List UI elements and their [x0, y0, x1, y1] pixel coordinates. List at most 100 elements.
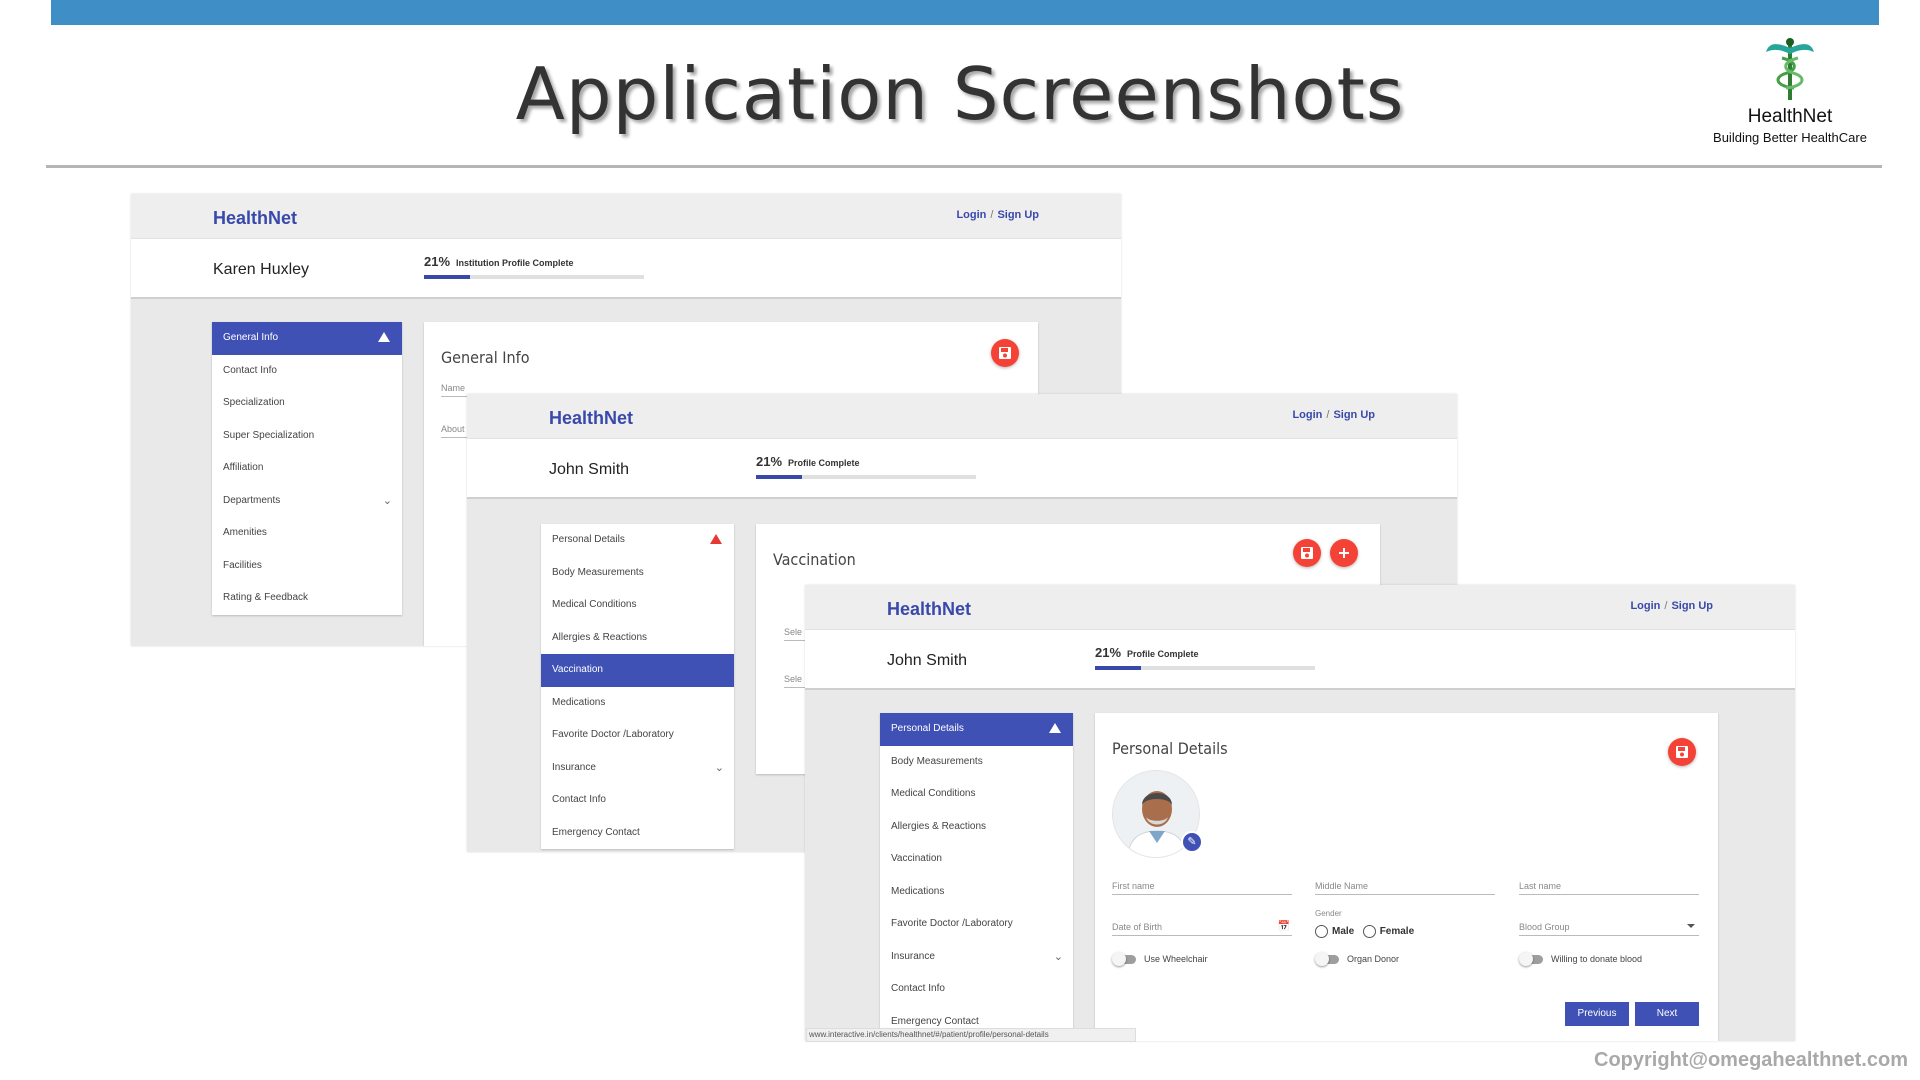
menu-item-departments[interactable]: Departments ⌄ — [212, 485, 402, 518]
profile-menu: Personal Details Body Measurements Medic… — [880, 713, 1073, 1038]
brand-logo: HealthNet Building Better HealthCare — [1690, 36, 1890, 145]
next-button[interactable]: Next — [1635, 1002, 1699, 1026]
menu-item-medical-conditions[interactable]: Medical Conditions — [541, 589, 734, 622]
gender-group: Gender Male Female — [1315, 909, 1414, 939]
progress-percent: 21% — [756, 454, 783, 469]
warning-triangle-icon — [710, 534, 722, 544]
progress-track — [756, 475, 976, 479]
caduceus-icon — [1766, 38, 1814, 100]
add-button[interactable] — [1330, 539, 1358, 567]
menu-item-vaccination[interactable]: Vaccination — [541, 654, 734, 687]
menu-item-allergies-reactions[interactable]: Allergies & Reactions — [880, 811, 1073, 844]
save-icon — [1676, 746, 1688, 758]
menu-item-insurance[interactable]: Insurance ⌄ — [541, 752, 734, 785]
progress-percent: 21% — [1095, 645, 1122, 660]
menu-item-medications[interactable]: Medications — [541, 687, 734, 720]
app-header: HealthNet Login / Sign Up — [467, 394, 1457, 439]
progress-percent: 21% — [424, 254, 451, 269]
menu-item-medical-conditions[interactable]: Medical Conditions — [880, 778, 1073, 811]
toggle-switch[interactable] — [1315, 952, 1339, 967]
status-url-bar: www.interactive.in/clients/healthnet/#/p… — [806, 1028, 1136, 1042]
user-bar: Karen Huxley 21% Institution Profile Comp… — [131, 239, 1121, 299]
profile-progress: 21% Institution Profile Complete — [424, 253, 644, 279]
signup-link[interactable]: Sign Up — [1671, 600, 1713, 612]
menu-item-favorite-doctor[interactable]: Favorite Doctor /Laboratory — [541, 719, 734, 752]
card-title: General Info — [441, 348, 530, 367]
card-title: Vaccination — [773, 550, 856, 569]
menu-item-contact-info[interactable]: Contact Info — [212, 355, 402, 388]
pencil-icon: ✎ — [1187, 836, 1197, 848]
save-button[interactable] — [1668, 738, 1696, 766]
slide-top-bar — [51, 0, 1879, 25]
save-button[interactable] — [1293, 539, 1321, 567]
chevron-down-icon: ⌄ — [382, 494, 392, 507]
app-logo-text[interactable]: HealthNet — [213, 208, 297, 229]
menu-item-affiliation[interactable]: Affiliation — [212, 452, 402, 485]
organ-donor-toggle[interactable]: Organ Donor — [1315, 952, 1399, 967]
gender-female-option[interactable]: Female — [1362, 924, 1414, 938]
save-button[interactable] — [991, 339, 1019, 367]
radio-male[interactable] — [1315, 924, 1328, 938]
menu-item-vaccination[interactable]: Vaccination — [880, 843, 1073, 876]
card-title: Personal Details — [1112, 739, 1228, 758]
toggle-switch[interactable] — [1519, 952, 1543, 967]
title-divider — [46, 165, 1882, 168]
first-name-field[interactable]: First name — [1112, 881, 1292, 895]
user-bar: John Smith 21% Profile Complete — [805, 630, 1795, 690]
progress-track — [1095, 666, 1315, 670]
menu-item-insurance[interactable]: Insurance ⌄ — [880, 941, 1073, 974]
menu-item-facilities[interactable]: Facilities — [212, 550, 402, 583]
auth-links: Login / Sign Up — [1292, 409, 1375, 421]
app-header: HealthNet Login / Sign Up — [805, 585, 1795, 630]
date-of-birth-field[interactable]: Date of Birth 📅 — [1112, 921, 1292, 936]
dropdown-caret-icon — [1687, 924, 1695, 928]
plus-icon — [1339, 548, 1349, 558]
collapse-triangle-icon — [1049, 723, 1061, 733]
app-logo-text[interactable]: HealthNet — [549, 408, 633, 429]
menu-item-favorite-doctor[interactable]: Favorite Doctor /Laboratory — [880, 908, 1073, 941]
profile-progress: 21% Profile Complete — [756, 453, 976, 479]
previous-button[interactable]: Previous — [1565, 1002, 1629, 1026]
login-link[interactable]: Login — [1292, 409, 1322, 421]
toggle-switch[interactable] — [1112, 952, 1136, 967]
menu-item-body-measurements[interactable]: Body Measurements — [541, 557, 734, 590]
auth-separator: / — [1326, 409, 1330, 421]
signup-link[interactable]: Sign Up — [997, 209, 1039, 221]
calendar-icon[interactable]: 📅 — [1278, 921, 1290, 932]
menu-item-allergies-reactions[interactable]: Allergies & Reactions — [541, 622, 734, 655]
edit-avatar-button[interactable]: ✎ — [1181, 831, 1203, 853]
menu-item-specialization[interactable]: Specialization — [212, 387, 402, 420]
save-icon — [999, 347, 1011, 359]
personal-details-card: Personal Details ✎ First name Middle Nam… — [1095, 713, 1718, 1041]
brand-name: HealthNet — [1747, 106, 1833, 127]
radio-female[interactable] — [1362, 924, 1376, 938]
last-name-field[interactable]: Last name — [1519, 881, 1699, 895]
progress-fill — [756, 475, 803, 479]
menu-item-emergency-contact[interactable]: Emergency Contact — [541, 817, 734, 850]
menu-item-amenities[interactable]: Amenities — [212, 517, 402, 550]
middle-name-field[interactable]: Middle Name — [1315, 881, 1495, 895]
auth-links: Login / Sign Up — [1630, 600, 1713, 612]
wheelchair-toggle[interactable]: Use Wheelchair — [1112, 952, 1208, 967]
blood-group-select[interactable]: Blood Group — [1519, 922, 1699, 936]
gender-male-option[interactable]: Male — [1315, 924, 1354, 938]
auth-separator: / — [990, 209, 994, 221]
menu-item-general-info[interactable]: General Info — [212, 322, 402, 355]
menu-item-personal-details[interactable]: Personal Details — [880, 713, 1073, 746]
signup-link[interactable]: Sign Up — [1333, 409, 1375, 421]
menu-item-body-measurements[interactable]: Body Measurements — [880, 746, 1073, 779]
menu-item-rating-feedback[interactable]: Rating & Feedback — [212, 582, 402, 615]
login-link[interactable]: Login — [956, 209, 986, 221]
progress-label: Profile Complete — [788, 458, 860, 468]
login-link[interactable]: Login — [1630, 600, 1660, 612]
menu-item-medications[interactable]: Medications — [880, 876, 1073, 909]
menu-item-contact-info[interactable]: Contact Info — [880, 973, 1073, 1006]
donate-blood-toggle[interactable]: Willing to donate blood — [1519, 952, 1642, 967]
auth-separator: / — [1664, 600, 1668, 612]
menu-item-super-specialization[interactable]: Super Specialization — [212, 420, 402, 453]
menu-item-personal-details[interactable]: Personal Details — [541, 524, 734, 557]
menu-item-contact-info[interactable]: Contact Info — [541, 784, 734, 817]
progress-fill — [424, 275, 471, 279]
app-logo-text[interactable]: HealthNet — [887, 599, 971, 620]
user-name: John Smith — [549, 461, 630, 478]
